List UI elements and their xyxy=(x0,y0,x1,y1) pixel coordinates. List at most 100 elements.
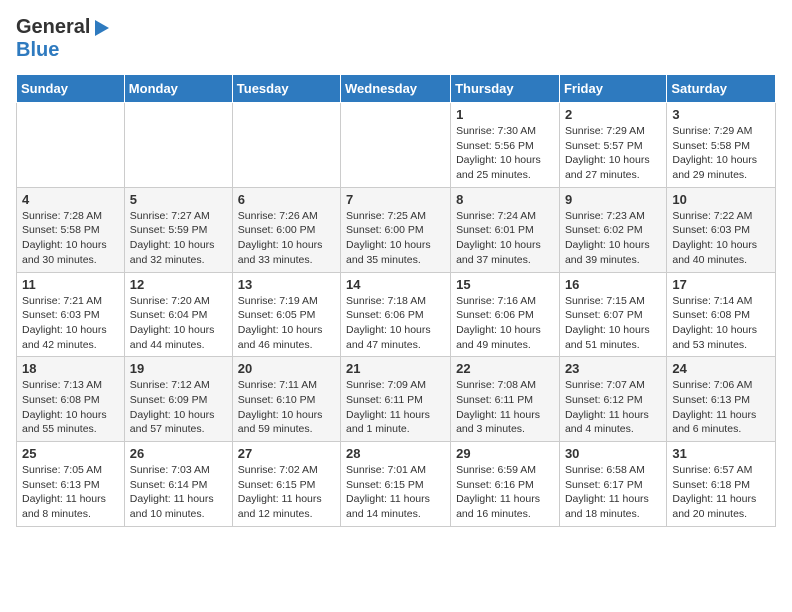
calendar-cell xyxy=(124,103,232,188)
day-info: Sunrise: 7:24 AM Sunset: 6:01 PM Dayligh… xyxy=(456,209,554,268)
page-header: General Blue xyxy=(16,16,776,62)
day-number: 17 xyxy=(672,277,770,292)
day-info: Sunrise: 7:22 AM Sunset: 6:03 PM Dayligh… xyxy=(672,209,770,268)
calendar-cell: 11 Sunrise: 7:21 AM Sunset: 6:03 PM Dayli… xyxy=(17,272,125,357)
calendar-cell: 20 Sunrise: 7:11 AM Sunset: 6:10 PM Dayli… xyxy=(232,357,340,442)
calendar-cell xyxy=(232,103,340,188)
day-number: 27 xyxy=(238,446,335,461)
calendar-cell: 28 Sunrise: 7:01 AM Sunset: 6:15 PM Dayli… xyxy=(341,442,451,527)
day-number: 30 xyxy=(565,446,661,461)
calendar-cell: 4 Sunrise: 7:28 AM Sunset: 5:58 PM Daylig… xyxy=(17,187,125,272)
calendar-cell: 12Sunrise: 7:20 AM Sunset: 6:04 PM Dayli… xyxy=(124,272,232,357)
calendar-week-3: 11 Sunrise: 7:21 AM Sunset: 6:03 PM Dayli… xyxy=(17,272,776,357)
day-info: Sunrise: 7:11 AM Sunset: 6:10 PM Dayligh… xyxy=(238,378,335,437)
calendar-cell: 16 Sunrise: 7:15 AM Sunset: 6:07 PM Dayli… xyxy=(559,272,666,357)
calendar-header-row: SundayMondayTuesdayWednesdayThursdayFrid… xyxy=(17,75,776,103)
weekday-header-wednesday: Wednesday xyxy=(341,75,451,103)
logo-general-text: General xyxy=(16,16,90,39)
day-number: 2 xyxy=(565,107,661,122)
day-number: 28 xyxy=(346,446,445,461)
calendar-cell: 21Sunrise: 7:09 AM Sunset: 6:11 PM Dayli… xyxy=(341,357,451,442)
calendar-cell: 3Sunrise: 7:29 AM Sunset: 5:58 PM Daylig… xyxy=(667,103,776,188)
calendar-week-1: 1 Sunrise: 7:30 AM Sunset: 5:56 PM Daylig… xyxy=(17,103,776,188)
day-info: Sunrise: 7:23 AM Sunset: 6:02 PM Dayligh… xyxy=(565,209,661,268)
day-number: 1 xyxy=(456,107,554,122)
calendar-cell: 14 Sunrise: 7:18 AM Sunset: 6:06 PM Dayli… xyxy=(341,272,451,357)
day-number: 26 xyxy=(130,446,227,461)
calendar-cell: 17 Sunrise: 7:14 AM Sunset: 6:08 PM Dayli… xyxy=(667,272,776,357)
day-number: 19 xyxy=(130,361,227,376)
day-number: 9 xyxy=(565,192,661,207)
day-info: Sunrise: 6:57 AM Sunset: 6:18 PM Dayligh… xyxy=(672,463,770,522)
calendar-cell: 2Sunrise: 7:29 AM Sunset: 5:57 PM Daylig… xyxy=(559,103,666,188)
day-info: Sunrise: 7:27 AM Sunset: 5:59 PM Dayligh… xyxy=(130,209,227,268)
day-info: Sunrise: 7:16 AM Sunset: 6:06 PM Dayligh… xyxy=(456,294,554,353)
logo-blue-text: Blue xyxy=(16,39,59,61)
calendar-cell: 5 Sunrise: 7:27 AM Sunset: 5:59 PM Daylig… xyxy=(124,187,232,272)
calendar-cell: 6 Sunrise: 7:26 AM Sunset: 6:00 PM Daylig… xyxy=(232,187,340,272)
day-info: Sunrise: 7:01 AM Sunset: 6:15 PM Dayligh… xyxy=(346,463,445,522)
day-info: Sunrise: 6:58 AM Sunset: 6:17 PM Dayligh… xyxy=(565,463,661,522)
day-number: 6 xyxy=(238,192,335,207)
calendar-table: SundayMondayTuesdayWednesdayThursdayFrid… xyxy=(16,74,776,527)
day-info: Sunrise: 7:07 AM Sunset: 6:12 PM Dayligh… xyxy=(565,378,661,437)
day-number: 4 xyxy=(22,192,119,207)
day-info: Sunrise: 7:05 AM Sunset: 6:13 PM Dayligh… xyxy=(22,463,119,522)
calendar-cell xyxy=(341,103,451,188)
day-number: 21 xyxy=(346,361,445,376)
calendar-cell: 13Sunrise: 7:19 AM Sunset: 6:05 PM Dayli… xyxy=(232,272,340,357)
weekday-header-friday: Friday xyxy=(559,75,666,103)
day-number: 8 xyxy=(456,192,554,207)
day-info: Sunrise: 7:25 AM Sunset: 6:00 PM Dayligh… xyxy=(346,209,445,268)
weekday-header-monday: Monday xyxy=(124,75,232,103)
calendar-cell: 23 Sunrise: 7:07 AM Sunset: 6:12 PM Dayli… xyxy=(559,357,666,442)
day-number: 5 xyxy=(130,192,227,207)
calendar-week-2: 4 Sunrise: 7:28 AM Sunset: 5:58 PM Daylig… xyxy=(17,187,776,272)
day-number: 7 xyxy=(346,192,445,207)
day-info: Sunrise: 7:21 AM Sunset: 6:03 PM Dayligh… xyxy=(22,294,119,353)
calendar-cell: 1 Sunrise: 7:30 AM Sunset: 5:56 PM Daylig… xyxy=(451,103,560,188)
day-number: 10 xyxy=(672,192,770,207)
day-info: Sunrise: 7:06 AM Sunset: 6:13 PM Dayligh… xyxy=(672,378,770,437)
day-info: Sunrise: 7:03 AM Sunset: 6:14 PM Dayligh… xyxy=(130,463,227,522)
day-number: 18 xyxy=(22,361,119,376)
day-number: 3 xyxy=(672,107,770,122)
day-number: 22 xyxy=(456,361,554,376)
day-info: Sunrise: 7:15 AM Sunset: 6:07 PM Dayligh… xyxy=(565,294,661,353)
day-info: Sunrise: 7:28 AM Sunset: 5:58 PM Dayligh… xyxy=(22,209,119,268)
weekday-header-saturday: Saturday xyxy=(667,75,776,103)
calendar-cell: 25 Sunrise: 7:05 AM Sunset: 6:13 PM Dayli… xyxy=(17,442,125,527)
calendar-cell: 22 Sunrise: 7:08 AM Sunset: 6:11 PM Dayli… xyxy=(451,357,560,442)
calendar-week-4: 18Sunrise: 7:13 AM Sunset: 6:08 PM Dayli… xyxy=(17,357,776,442)
calendar-week-5: 25 Sunrise: 7:05 AM Sunset: 6:13 PM Dayli… xyxy=(17,442,776,527)
calendar-cell: 9 Sunrise: 7:23 AM Sunset: 6:02 PM Daylig… xyxy=(559,187,666,272)
day-info: Sunrise: 7:18 AM Sunset: 6:06 PM Dayligh… xyxy=(346,294,445,353)
calendar-cell: 29 Sunrise: 6:59 AM Sunset: 6:16 PM Dayli… xyxy=(451,442,560,527)
day-info: Sunrise: 7:30 AM Sunset: 5:56 PM Dayligh… xyxy=(456,124,554,183)
day-info: Sunrise: 7:14 AM Sunset: 6:08 PM Dayligh… xyxy=(672,294,770,353)
day-number: 11 xyxy=(22,277,119,292)
day-number: 25 xyxy=(22,446,119,461)
day-info: Sunrise: 7:08 AM Sunset: 6:11 PM Dayligh… xyxy=(456,378,554,437)
calendar-cell: 26 Sunrise: 7:03 AM Sunset: 6:14 PM Dayli… xyxy=(124,442,232,527)
weekday-header-sunday: Sunday xyxy=(17,75,125,103)
day-info: Sunrise: 7:19 AM Sunset: 6:05 PM Dayligh… xyxy=(238,294,335,353)
day-number: 20 xyxy=(238,361,335,376)
calendar-cell: 19 Sunrise: 7:12 AM Sunset: 6:09 PM Dayli… xyxy=(124,357,232,442)
day-info: Sunrise: 7:26 AM Sunset: 6:00 PM Dayligh… xyxy=(238,209,335,268)
day-number: 29 xyxy=(456,446,554,461)
day-number: 31 xyxy=(672,446,770,461)
day-info: Sunrise: 6:59 AM Sunset: 6:16 PM Dayligh… xyxy=(456,463,554,522)
day-number: 16 xyxy=(565,277,661,292)
weekday-header-tuesday: Tuesday xyxy=(232,75,340,103)
day-number: 14 xyxy=(346,277,445,292)
calendar-cell: 24Sunrise: 7:06 AM Sunset: 6:13 PM Dayli… xyxy=(667,357,776,442)
day-info: Sunrise: 7:12 AM Sunset: 6:09 PM Dayligh… xyxy=(130,378,227,437)
logo: General Blue xyxy=(16,16,109,62)
day-number: 23 xyxy=(565,361,661,376)
calendar-cell xyxy=(17,103,125,188)
weekday-header-thursday: Thursday xyxy=(451,75,560,103)
calendar-cell: 7 Sunrise: 7:25 AM Sunset: 6:00 PM Daylig… xyxy=(341,187,451,272)
calendar-cell: 15Sunrise: 7:16 AM Sunset: 6:06 PM Dayli… xyxy=(451,272,560,357)
calendar-cell: 10 Sunrise: 7:22 AM Sunset: 6:03 PM Dayli… xyxy=(667,187,776,272)
